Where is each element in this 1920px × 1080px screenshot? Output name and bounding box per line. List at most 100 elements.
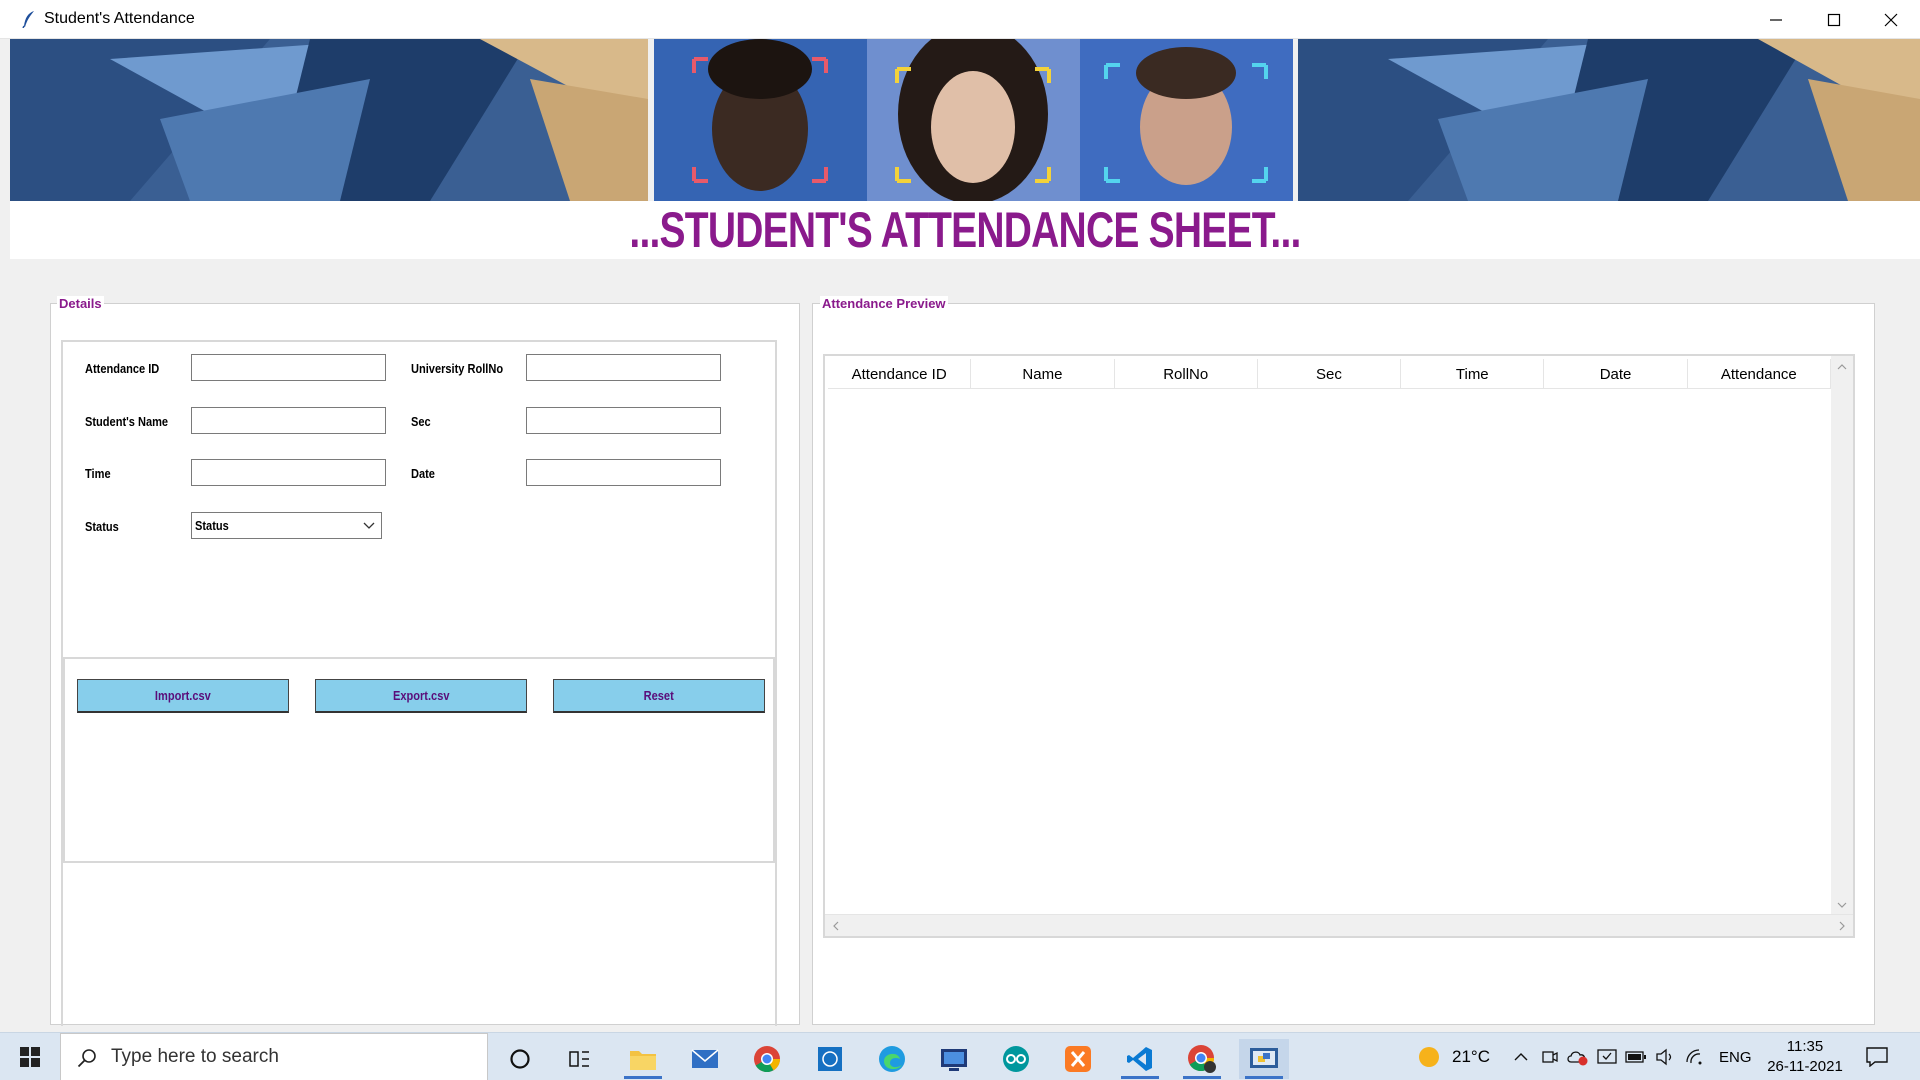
taskbar-monitor-app[interactable] [929,1039,979,1079]
notification-icon [1866,1047,1888,1067]
taskbar-xampp[interactable] [1053,1039,1103,1079]
cortana-button[interactable] [495,1039,545,1079]
attendance-table[interactable]: Attendance ID Name RollNo Sec Time Date Attend… [823,354,1855,938]
reset-button[interactable]: Reset [553,679,765,713]
column-header[interactable]: Date [1544,359,1688,389]
taskbar: Type here to search 21°C ENG 11:35 26-11… [0,1032,1920,1080]
cortana-icon [510,1049,530,1069]
scroll-up-icon[interactable] [1837,362,1847,372]
taskbar-chrome-profile[interactable] [1177,1039,1227,1079]
horizontal-scrollbar[interactable] [825,914,1853,936]
taskbar-arduino[interactable] [991,1039,1041,1079]
reset-label: Reset [643,688,675,703]
wifi-icon[interactable] [1685,1048,1705,1066]
attendance-id-label: Attendance ID [85,361,160,376]
date-input[interactable] [526,459,721,486]
edge-icon [879,1046,905,1072]
task-view-icon [569,1051,589,1067]
column-header[interactable]: Attendance ID [828,359,972,389]
minimize-button[interactable] [1747,0,1805,39]
scroll-right-icon[interactable] [1837,921,1847,931]
taskbar-vscode[interactable] [1115,1039,1165,1079]
search-placeholder: Type here to search [111,1046,279,1067]
export-csv-label: Export.csv [392,688,450,703]
face-portrait-3 [1080,39,1293,201]
export-csv-button[interactable]: Export.csv [315,679,527,713]
taskbar-file-explorer[interactable] [618,1039,668,1079]
taskbar-chrome[interactable] [742,1039,792,1079]
face-portrait-1 [654,39,867,201]
university-rollno-label: University RollNo [411,361,504,376]
column-header[interactable]: RollNo [1115,359,1258,389]
chrome-icon [754,1046,781,1073]
attendance-preview-panel: Attendance Preview Attendance ID Name Roll… [812,296,1875,1025]
close-button[interactable] [1862,0,1920,39]
details-legend: Details [57,296,104,311]
status-label: Status [85,519,119,534]
banner [10,39,1920,201]
university-rollno-input[interactable] [526,354,721,381]
volume-icon[interactable] [1655,1048,1675,1066]
weather-temperature: 21°C [1452,1047,1490,1066]
details-panel: Details Attendance ID University RollNo … [50,296,800,1026]
scroll-down-icon[interactable] [1837,900,1847,910]
monitor-app-icon [941,1049,967,1071]
language-indicator[interactable]: ENG [1719,1049,1752,1066]
python-window-icon [1250,1048,1278,1068]
mail-icon [691,1049,719,1068]
chevron-up-icon[interactable] [1513,1049,1529,1065]
column-header[interactable]: Time [1401,359,1545,389]
status-dropdown[interactable]: Status [191,512,382,539]
face-portrait-2 [867,39,1080,201]
column-header[interactable]: Name [971,359,1115,389]
face-recognition-image [654,39,1293,201]
status-dropdown-value: Status [195,518,229,533]
taskbar-mail[interactable] [680,1039,730,1079]
taskbar-dell-app[interactable] [805,1039,855,1079]
clock-time: 11:35 [1786,1038,1824,1055]
sec-label: Sec [411,414,431,429]
notification-button[interactable] [1866,1033,1888,1080]
clock-date: 26-11-2021 [1767,1058,1843,1075]
attendance-id-input[interactable] [191,354,386,381]
maximize-button[interactable] [1805,0,1863,39]
vertical-scrollbar[interactable] [1831,356,1853,916]
sun-icon [1419,1047,1439,1067]
title-bar: Student's Attendance [0,0,1920,39]
time-input[interactable] [191,459,386,486]
taskbar-clock[interactable]: 11:35 26-11-2021 [1760,1037,1850,1077]
start-button[interactable] [0,1033,60,1080]
battery-icon[interactable] [1625,1050,1647,1064]
scroll-left-icon[interactable] [831,921,841,931]
column-header[interactable]: Sec [1258,359,1402,389]
button-frame: Import.csv Export.csv Reset [63,657,775,863]
meet-icon[interactable] [1541,1048,1559,1066]
vscode-icon [1127,1047,1152,1071]
tray-icons: ENG [1513,1033,1752,1080]
weather-widget[interactable]: 21°C [1418,1033,1490,1080]
search-icon [77,1049,96,1068]
taskbar-python-app[interactable] [1239,1039,1289,1079]
date-label: Date [411,466,435,481]
dell-icon [818,1047,842,1071]
taskbar-search-box[interactable]: Type here to search [60,1033,488,1080]
column-header[interactable]: Attendance [1688,359,1831,389]
import-csv-button[interactable]: Import.csv [77,679,289,713]
student-name-input[interactable] [191,407,386,434]
taskbar-edge[interactable] [867,1039,917,1079]
onedrive-error-icon[interactable] [1567,1048,1589,1066]
xampp-icon [1065,1046,1091,1072]
windows-icon [20,1047,40,1067]
maximize-icon [1827,13,1841,26]
chevron-down-icon [363,522,375,529]
attendance-preview-legend: Attendance Preview [820,296,948,311]
security-icon[interactable] [1597,1048,1617,1066]
page-title: ...STUDENT'S ATTENDANCE SHEET... [629,202,1301,258]
task-view-button[interactable] [555,1039,605,1079]
heading-strip: ...STUDENT'S ATTENDANCE SHEET... [10,201,1920,259]
table-header: Attendance ID Name RollNo Sec Time Date Attend… [828,359,1831,389]
import-csv-label: Import.csv [155,688,211,703]
banner-background-right [1298,39,1920,201]
sec-input[interactable] [526,407,721,434]
minimize-icon [1770,18,1782,21]
